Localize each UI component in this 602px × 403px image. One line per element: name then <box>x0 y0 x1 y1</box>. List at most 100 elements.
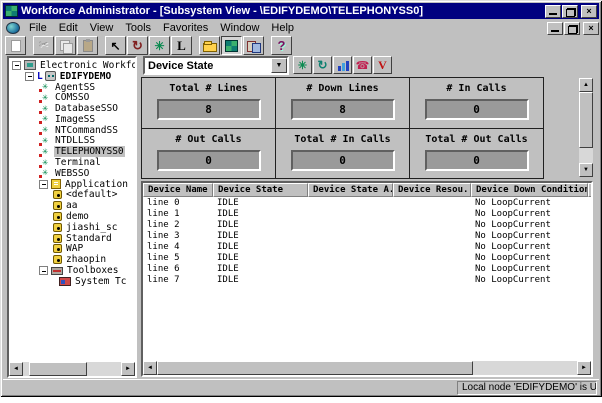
scroll-right-button[interactable]: ► <box>577 361 591 375</box>
menu-help[interactable]: Help <box>265 21 300 35</box>
scroll-down-button[interactable]: ▼ <box>579 163 593 177</box>
subsystem-icon: ✳ <box>39 147 51 157</box>
collapse-icon[interactable] <box>25 72 34 81</box>
tree-item-label: EDIFYDEMO <box>59 71 112 82</box>
tree-item-standard[interactable]: Standard <box>9 233 135 244</box>
menu-favorites[interactable]: Favorites <box>157 21 214 35</box>
table-row[interactable]: line 7 IDLE No LoopCurrent <box>143 274 591 285</box>
column-device-state-a[interactable]: Device State A... <box>308 183 393 197</box>
tree-item-wap[interactable]: WAP <box>9 244 135 255</box>
tree-item-system-toolbox[interactable]: System Tc <box>9 276 135 287</box>
subsystem-icon: ✳ <box>39 158 51 168</box>
minimize-button[interactable] <box>545 5 561 18</box>
menu-file[interactable]: File <box>23 21 53 35</box>
column-device-name[interactable]: Device Name <box>143 183 213 197</box>
collapse-icon[interactable] <box>39 180 48 189</box>
close-button[interactable]: × <box>581 5 597 18</box>
tree-item-websso[interactable]: ✳ WEBSSO <box>9 168 135 179</box>
scrollbar-track[interactable] <box>157 361 577 375</box>
tree-item-agentss[interactable]: ✳ AgentSS <box>9 82 135 93</box>
panel-subsystem-button[interactable]: ✳ <box>293 56 312 74</box>
restore-button[interactable] <box>562 5 578 18</box>
tree-item-toolboxes[interactable]: Toolboxes <box>9 265 135 276</box>
tree-item-jiashi[interactable]: jiashi_sc <box>9 222 135 233</box>
table-row[interactable]: line 3 IDLE No LoopCurrent <box>143 230 591 241</box>
check-icon: V <box>378 58 387 73</box>
tree-item-ntcommandss[interactable]: ✳ NTCommandSS <box>9 125 135 136</box>
tree-item-demo[interactable]: demo <box>9 211 135 222</box>
column-device-down-condition[interactable]: Device Down Condition <box>471 183 588 197</box>
refresh-button[interactable]: ↻ <box>127 36 148 55</box>
panel-refresh-button[interactable]: ↻ <box>313 56 332 74</box>
mdi-system-menu-icon[interactable] <box>6 22 20 34</box>
tree-item-telephonyss0-selected[interactable]: ✳ TELEPHONYSS0 <box>9 146 135 157</box>
subsystem-icon: ✳ <box>39 125 51 135</box>
stat-value: 8 <box>157 99 261 120</box>
panel-validate-button[interactable]: V <box>373 56 392 74</box>
panel-phone-button[interactable]: ☎ <box>353 56 372 74</box>
copy-button[interactable] <box>55 36 76 55</box>
cell-device-name: line 0 <box>143 198 213 208</box>
collapse-icon[interactable] <box>39 266 48 275</box>
scrollbar-thumb[interactable] <box>29 362 87 376</box>
table-header: Device Name Device State Device State A.… <box>143 183 591 197</box>
copy-icon <box>60 40 72 52</box>
tree-item-aa[interactable]: aa <box>9 200 135 211</box>
scroll-left-button[interactable]: ◄ <box>9 362 23 376</box>
pointer-button[interactable]: ↖ <box>105 36 126 55</box>
tree-item-imagess[interactable]: ✳ ImageSS <box>9 114 135 125</box>
tree-item-label: WEBSSO <box>54 168 90 179</box>
subsystem-button[interactable]: ✳ <box>149 36 170 55</box>
subsystem-icon: ✳ <box>39 104 51 114</box>
cell-device-name: line 6 <box>143 264 213 274</box>
scrollbar-track[interactable] <box>579 92 593 163</box>
view-selector-value: Device State <box>145 60 271 72</box>
help-button[interactable]: ? <box>271 36 292 55</box>
tree-item-terminal[interactable]: ✳ Terminal <box>9 157 135 168</box>
table-horizontal-scrollbar[interactable]: ◄ ► <box>143 361 591 375</box>
table-row[interactable]: line 5 IDLE No LoopCurrent <box>143 252 591 263</box>
column-device-resource[interactable]: Device Resou... <box>393 183 471 197</box>
local-node-button[interactable]: L <box>171 36 192 55</box>
collapse-icon[interactable] <box>12 61 21 70</box>
panel-chart-button[interactable] <box>333 56 352 74</box>
tree-item-ntdllss[interactable]: ✳ NTDLLSS <box>9 136 135 147</box>
table-row[interactable]: line 4 IDLE No LoopCurrent <box>143 241 591 252</box>
menu-window[interactable]: Window <box>214 21 265 35</box>
scrollbar-thumb[interactable] <box>157 361 473 375</box>
chevron-down-icon: ▼ <box>276 62 283 69</box>
mdi-minimize-button[interactable] <box>547 22 563 35</box>
scrollbar-track[interactable] <box>23 362 121 376</box>
mdi-restore-button[interactable] <box>564 22 580 35</box>
tree-item-comsso[interactable]: ✳ COMSSO <box>9 92 135 103</box>
view-selector-combobox[interactable]: Device State ▼ <box>143 56 289 75</box>
tree-horizontal-scrollbar[interactable]: ◄ ► <box>9 362 135 376</box>
table-row[interactable]: line 6 IDLE No LoopCurrent <box>143 263 591 274</box>
table-row[interactable]: line 1 IDLE No LoopCurrent <box>143 208 591 219</box>
tree-item-databasesso[interactable]: ✳ DatabaseSSO <box>9 103 135 114</box>
tree-item-default-app[interactable]: <default> <box>9 190 135 201</box>
menu-edit[interactable]: Edit <box>53 21 84 35</box>
workforce-view-button[interactable] <box>221 36 242 55</box>
scrollbar-thumb[interactable] <box>579 92 593 148</box>
tree-item-edifydemo[interactable]: L EDIFYDEMO <box>9 71 135 82</box>
tree-item-application[interactable]: Application <box>9 179 135 190</box>
scroll-up-button[interactable]: ▲ <box>579 78 593 92</box>
open-folder-button[interactable] <box>199 36 220 55</box>
tree-item-zhaopin[interactable]: zhaopin <box>9 254 135 265</box>
scroll-right-button[interactable]: ► <box>121 362 135 376</box>
combo-dropdown-button[interactable]: ▼ <box>271 58 287 73</box>
new-button[interactable] <box>5 36 26 55</box>
paste-button[interactable] <box>77 36 98 55</box>
panels-button[interactable] <box>243 36 264 55</box>
stats-vertical-scrollbar[interactable]: ▲ ▼ <box>579 78 593 177</box>
table-row[interactable]: line 2 IDLE No LoopCurrent <box>143 219 591 230</box>
cut-button[interactable]: ✂ <box>33 36 54 55</box>
column-device-state[interactable]: Device State <box>213 183 308 197</box>
table-row[interactable]: line 0 IDLE No LoopCurrent <box>143 197 591 208</box>
menu-view[interactable]: View <box>84 21 120 35</box>
scroll-left-button[interactable]: ◄ <box>143 361 157 375</box>
tree-item-electronic-workforce[interactable]: Electronic Workfor <box>9 60 135 71</box>
mdi-close-button[interactable]: × <box>583 22 599 35</box>
menu-tools[interactable]: Tools <box>119 21 157 35</box>
